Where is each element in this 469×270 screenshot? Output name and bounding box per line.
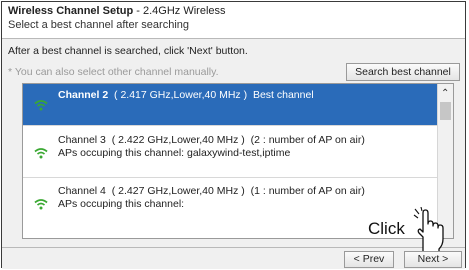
dialog-subtitle: Select a best channel after searching [8,19,190,31]
channel-list[interactable]: Channel 2 ( 2.417 GHz,Lower,40 MHz ) Bes… [22,83,454,239]
wifi-icon [34,100,48,111]
channel-row-3-title: Channel 3 ( 2.422 GHz,Lower,40 MHz ) (2 … [58,134,438,147]
row-divider [23,177,438,178]
manual-select-note: * You can also select other channel manu… [8,66,219,78]
channel-status: (2 : number of AP on air) [250,134,365,146]
channel-status: (1 : number of AP on air) [250,185,365,197]
wifi-icon [34,199,48,210]
row-divider [23,125,438,126]
next-button[interactable]: Next > [404,251,462,268]
search-best-channel-button[interactable]: Search best channel [346,63,460,81]
channel-row-3[interactable]: Channel 3 ( 2.422 GHz,Lower,40 MHz ) (2 … [23,134,438,179]
dialog-footer: < Prev Next > [2,247,465,269]
channel-detail: ( 2.417 GHz,Lower,40 MHz ) [114,89,248,101]
click-annotation-label: Click [368,219,405,238]
channel-aps: APs occuping this channel: galaxywind-te… [58,147,291,159]
hand-pointer-icon [413,207,444,251]
channel-row-4-title: Channel 4 ( 2.427 GHz,Lower,40 MHz ) (1 … [58,185,438,198]
dialog-body: After a best channel is searched, click … [2,39,465,247]
channel-row-2-title: Channel 2 ( 2.417 GHz,Lower,40 MHz ) Bes… [58,89,438,102]
channel-name: Channel 2 [58,89,109,101]
wifi-icon [34,148,48,159]
chevron-up-icon[interactable]: ⌃ [441,88,449,99]
channel-detail: ( 2.422 GHz,Lower,40 MHz ) [111,134,245,146]
channel-detail: ( 2.427 GHz,Lower,40 MHz ) [111,185,245,197]
scrollbar-thumb[interactable] [440,102,451,120]
channel-row-2[interactable]: Channel 2 ( 2.417 GHz,Lower,40 MHz ) Bes… [23,84,438,125]
prev-button[interactable]: < Prev [344,251,394,268]
dialog-header: Wireless Channel Setup - 2.4GHz Wireless… [2,2,465,39]
channel-status: Best channel [252,89,314,101]
channel-name: Channel 4 [58,185,106,197]
channel-aps: APs occuping this channel: [58,198,185,210]
dialog-title: Wireless Channel Setup - 2.4GHz Wireless [8,5,459,18]
channel-name: Channel 3 [58,134,106,146]
dialog-title-rest: - 2.4GHz Wireless [133,5,226,17]
dialog-title-bold: Wireless Channel Setup [8,5,134,17]
instruction-text: After a best channel is searched, click … [8,45,248,57]
